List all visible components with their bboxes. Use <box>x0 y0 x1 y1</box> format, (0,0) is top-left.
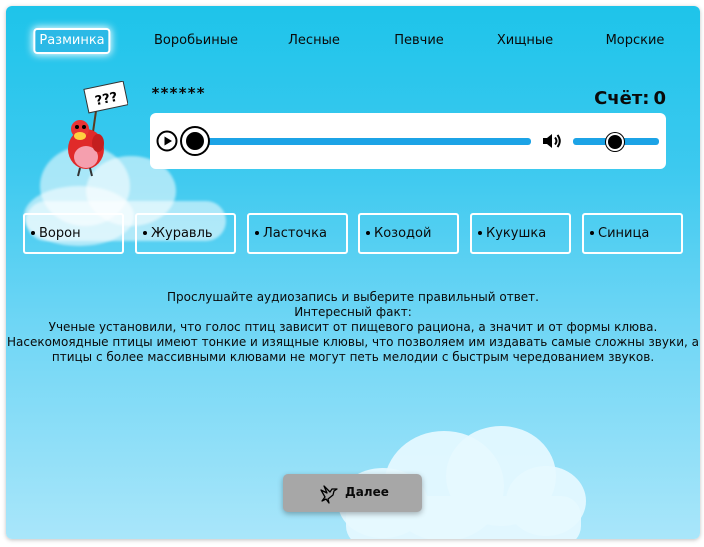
audio-player <box>150 113 666 169</box>
tab-pevchie[interactable]: Певчие <box>394 30 444 52</box>
answer-option-kozodoy[interactable]: Козодой <box>358 213 459 254</box>
mascot-bird-image: ??? <box>58 80 129 181</box>
score-display: Счёт: 0 <box>594 88 666 109</box>
tab-razminka[interactable]: Разминка <box>35 30 109 52</box>
answer-option-kukushka[interactable]: Кукушка <box>470 213 571 254</box>
answer-option-label: Синица <box>598 226 650 241</box>
tab-lesnye[interactable]: Лесные <box>288 30 340 52</box>
info-panel: Прослушайте аудиозапись и выберите прави… <box>6 290 700 365</box>
tab-vorobinye[interactable]: Воробьиные <box>154 30 238 52</box>
audio-progress-handle[interactable] <box>182 128 208 154</box>
bullet-icon <box>478 230 482 235</box>
bullet-icon <box>366 230 370 235</box>
answer-option-label: Козодой <box>374 226 432 241</box>
fact-title: Интересный факт: <box>294 305 412 319</box>
bird-icon <box>320 485 338 504</box>
next-button[interactable]: Далее <box>283 474 422 512</box>
audio-progress-track[interactable] <box>198 138 531 145</box>
instruction-text: Прослушайте аудиозапись и выберите прави… <box>167 290 539 304</box>
score-label: Счёт: <box>594 88 650 109</box>
answer-option-voron[interactable]: Ворон <box>23 213 124 254</box>
tab-morskie[interactable]: Морские <box>606 30 665 52</box>
answer-option-sinitsa[interactable]: Синица <box>582 213 683 254</box>
answer-option-label: Ласточка <box>263 226 327 241</box>
app-window: Разминка Воробьиные Лесные Певчие Хищные… <box>6 6 700 539</box>
answer-option-label: Ворон <box>39 226 81 241</box>
volume-slider-handle[interactable] <box>606 133 624 151</box>
bullet-icon <box>255 230 259 235</box>
fact-text: Ученые установили, что голос птиц зависи… <box>6 320 700 364</box>
answer-option-zhuravl[interactable]: Журавль <box>135 213 236 254</box>
answer-option-label: Журавль <box>151 226 213 241</box>
answer-options: Ворон Журавль Ласточка Козодой Кукушка С… <box>23 213 683 255</box>
speaker-icon[interactable] <box>541 130 563 152</box>
category-nav: Разминка Воробьиные Лесные Певчие Хищные… <box>6 26 700 56</box>
bullet-icon <box>31 230 35 235</box>
tab-hishchnye[interactable]: Хищные <box>497 30 553 52</box>
score-value: 0 <box>653 88 666 109</box>
next-button-label: Далее <box>345 485 389 499</box>
play-icon[interactable] <box>156 130 178 152</box>
answer-option-lastochka[interactable]: Ласточка <box>247 213 348 254</box>
bullet-icon <box>590 230 594 235</box>
hidden-bird-name: ****** <box>151 84 206 102</box>
bullet-icon <box>143 230 147 235</box>
answer-option-label: Кукушка <box>486 226 547 241</box>
